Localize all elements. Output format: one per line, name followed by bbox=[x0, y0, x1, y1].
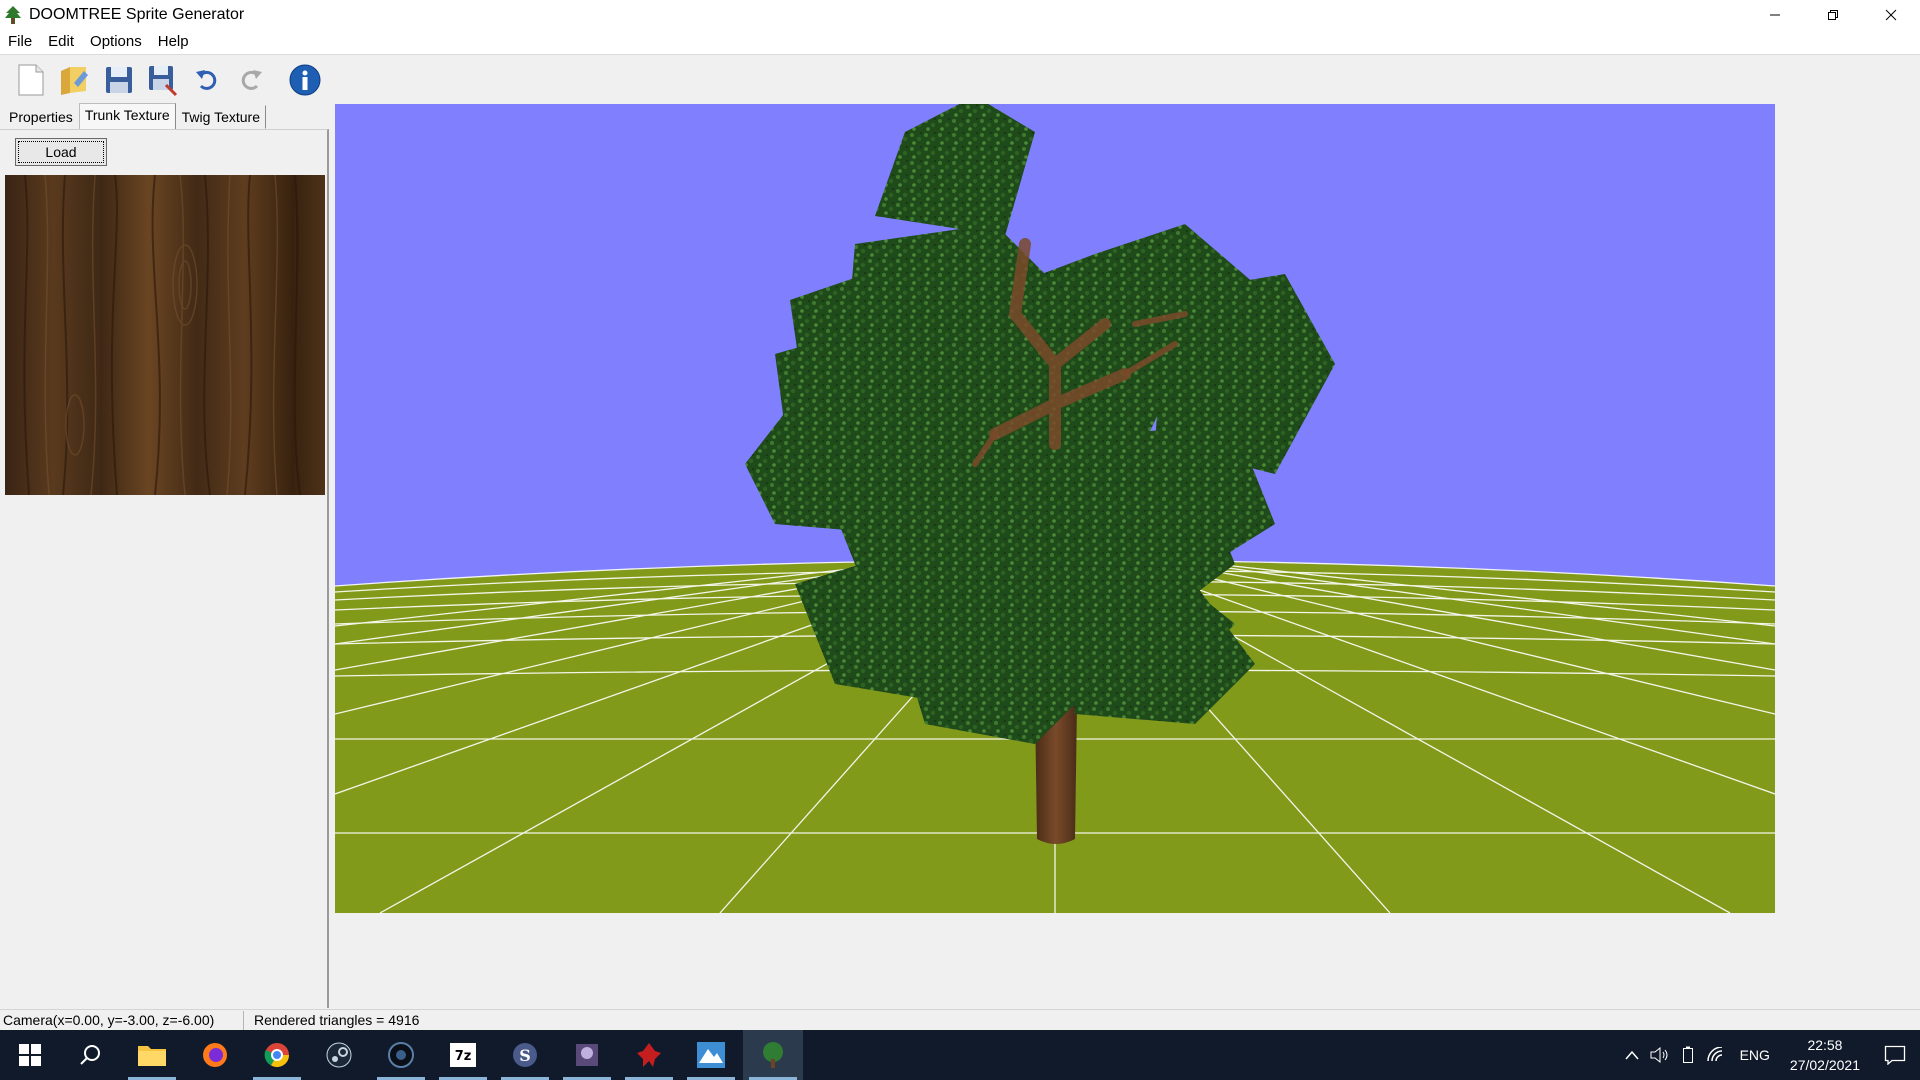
redo-button[interactable] bbox=[231, 60, 271, 100]
close-icon bbox=[1885, 9, 1897, 21]
doom-red-icon bbox=[637, 1043, 661, 1067]
panel-tabs: Properties Trunk Texture Twig Texture bbox=[0, 103, 266, 129]
undo-icon bbox=[196, 70, 217, 90]
menu-file[interactable]: File bbox=[0, 30, 40, 54]
notification-icon bbox=[1884, 1045, 1906, 1065]
firefox-icon bbox=[203, 1043, 227, 1067]
tree-icon bbox=[763, 1042, 783, 1068]
dark-app-icon bbox=[388, 1042, 414, 1068]
terragen-icon bbox=[697, 1042, 725, 1068]
toolbar bbox=[0, 55, 1920, 105]
save-as-icon bbox=[149, 66, 178, 97]
menu-options[interactable]: Options bbox=[82, 30, 150, 54]
7zip-icon: 7z bbox=[450, 1043, 476, 1067]
taskbar-chrome[interactable] bbox=[247, 1030, 307, 1080]
taskbar-7zip[interactable]: 7z bbox=[433, 1030, 493, 1080]
windows-logo-icon bbox=[19, 1044, 41, 1066]
chrome-icon bbox=[264, 1043, 289, 1068]
search-button[interactable] bbox=[60, 1030, 120, 1080]
taskbar-terragen[interactable] bbox=[681, 1030, 741, 1080]
tree-app-icon bbox=[5, 6, 21, 24]
menu-edit[interactable]: Edit bbox=[40, 30, 82, 54]
minimize-button[interactable] bbox=[1746, 0, 1804, 30]
texture-panel: Load bbox=[0, 129, 329, 1008]
window-title: DOOMTREE Sprite Generator bbox=[29, 6, 245, 23]
folder-icon bbox=[138, 1046, 166, 1066]
wifi-icon bbox=[1706, 1047, 1722, 1062]
battery-button[interactable] bbox=[1674, 1046, 1702, 1064]
taskbar-slade[interactable]: S bbox=[495, 1030, 555, 1080]
taskbar-firefox[interactable] bbox=[185, 1030, 245, 1080]
about-button[interactable] bbox=[285, 60, 325, 100]
save-as-button[interactable] bbox=[143, 60, 183, 100]
clock[interactable]: 22:58 27/02/2021 bbox=[1780, 1035, 1870, 1075]
taskbar-steam[interactable] bbox=[309, 1030, 369, 1080]
undo-button[interactable] bbox=[187, 60, 227, 100]
battery-icon bbox=[1682, 1046, 1693, 1063]
tab-twig-texture[interactable]: Twig Texture bbox=[176, 105, 266, 129]
network-button[interactable] bbox=[1702, 1047, 1730, 1063]
taskbar-file-explorer[interactable] bbox=[122, 1030, 182, 1080]
tab-properties[interactable]: Properties bbox=[3, 105, 79, 129]
new-file-icon bbox=[18, 64, 44, 96]
close-button[interactable] bbox=[1862, 0, 1920, 30]
notifications-button[interactable] bbox=[1870, 1045, 1920, 1065]
search-icon bbox=[80, 1045, 100, 1065]
load-button[interactable]: Load bbox=[15, 138, 107, 166]
clock-time: 22:58 bbox=[1807, 1037, 1843, 1053]
new-button[interactable] bbox=[11, 60, 51, 100]
title-bar: DOOMTREE Sprite Generator bbox=[0, 0, 1920, 30]
restore-icon bbox=[1828, 10, 1838, 20]
open-button[interactable] bbox=[55, 60, 95, 100]
taskbar-doomtree[interactable] bbox=[743, 1030, 803, 1080]
taskbar-doom-builder[interactable] bbox=[557, 1030, 617, 1080]
windows-taskbar: 7z S ENG 22:58 27/02/2021 bbox=[0, 1030, 1920, 1080]
menu-help[interactable]: Help bbox=[150, 30, 197, 54]
clock-date: 27/02/2021 bbox=[1789, 1057, 1860, 1073]
open-folder-icon bbox=[61, 67, 88, 95]
tree-3d-viewport[interactable] bbox=[335, 104, 1775, 913]
slade-icon: S bbox=[513, 1043, 537, 1067]
redo-icon bbox=[241, 70, 262, 90]
info-icon bbox=[289, 64, 321, 96]
restore-button[interactable] bbox=[1804, 0, 1862, 30]
svg-text:S: S bbox=[519, 1046, 531, 1065]
chevron-up-icon bbox=[1625, 1050, 1639, 1060]
minimize-icon bbox=[1770, 14, 1780, 16]
menu-bar: File Edit Options Help bbox=[0, 30, 1920, 55]
status-bar: Camera(x=0.00, y=-3.00, z=-6.00) Rendere… bbox=[0, 1009, 1920, 1031]
tab-trunk-texture[interactable]: Trunk Texture bbox=[78, 103, 176, 129]
save-icon bbox=[106, 67, 132, 93]
taskbar-dark-app[interactable] bbox=[371, 1030, 431, 1080]
input-language[interactable]: ENG bbox=[1730, 1047, 1780, 1063]
camera-status: Camera(x=0.00, y=-3.00, z=-6.00) bbox=[0, 1011, 244, 1030]
taskbar-doom-red[interactable] bbox=[619, 1030, 679, 1080]
start-button[interactable] bbox=[0, 1030, 60, 1080]
doom-builder-icon bbox=[576, 1044, 598, 1066]
svg-text:7z: 7z bbox=[455, 1049, 472, 1064]
volume-button[interactable] bbox=[1646, 1047, 1674, 1063]
save-button[interactable] bbox=[99, 60, 139, 100]
system-tray: ENG 22:58 27/02/2021 bbox=[1618, 1030, 1920, 1080]
triangle-count-status: Rendered triangles = 4916 bbox=[254, 1012, 420, 1028]
steam-icon bbox=[326, 1042, 352, 1068]
speaker-icon bbox=[1650, 1047, 1668, 1063]
trunk-texture-preview bbox=[5, 175, 325, 495]
show-hidden-icons-button[interactable] bbox=[1618, 1050, 1646, 1060]
